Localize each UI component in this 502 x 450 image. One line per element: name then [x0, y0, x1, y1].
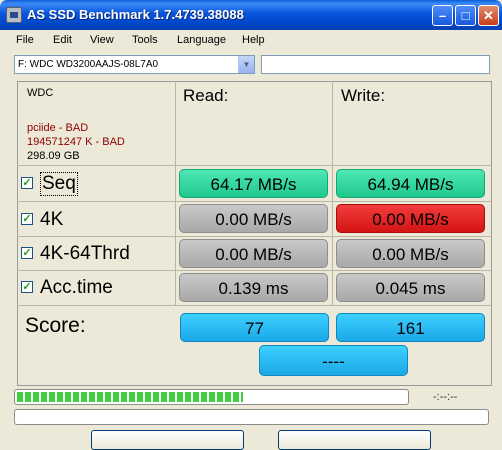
- score-read-value: 77: [180, 313, 329, 342]
- score-write-value: 161: [336, 313, 485, 342]
- elapsed-time: -:--:--: [433, 391, 458, 403]
- status-field: [14, 409, 489, 425]
- acc-write-value: 0.045 ms: [336, 273, 485, 302]
- 4k64-read-value: 0.00 MB/s: [179, 239, 328, 268]
- grid-line: [17, 236, 492, 237]
- score-label: Score:: [25, 314, 86, 337]
- close-button[interactable]: ✕: [478, 5, 499, 26]
- checkbox-checked-icon[interactable]: ✓: [21, 281, 33, 293]
- window-title: AS SSD Benchmark 1.7.4739.38088: [27, 7, 244, 22]
- read-header: Read:: [183, 86, 229, 105]
- grid-line: [17, 305, 492, 306]
- row-label-seq[interactable]: Seq: [40, 172, 78, 196]
- path-field[interactable]: [261, 55, 490, 74]
- drive-model: WDC: [27, 87, 54, 99]
- 4k64-write-value: 0.00 MB/s: [336, 239, 485, 268]
- menu-edit[interactable]: Edit: [53, 34, 72, 46]
- progress-bar: [14, 389, 409, 405]
- 4k-read-value: 0.00 MB/s: [179, 204, 328, 233]
- app-icon: [6, 7, 22, 23]
- 4k-write-value: 0.00 MB/s: [336, 204, 485, 233]
- acc-read-value: 0.139 ms: [179, 273, 328, 302]
- maximize-button[interactable]: □: [455, 5, 476, 26]
- grid-line: [17, 270, 492, 271]
- menu-help[interactable]: Help: [242, 34, 265, 46]
- grid-line: [17, 165, 492, 166]
- checkbox-checked-icon[interactable]: ✓: [21, 213, 33, 225]
- drive-size: 298.09 GB: [27, 150, 80, 162]
- checkbox-checked-icon[interactable]: ✓: [21, 177, 33, 189]
- row-label-4k-64thrd[interactable]: 4K-64Thrd: [40, 243, 130, 265]
- write-header: Write:: [341, 86, 386, 105]
- alignment-status: 194571247 K - BAD: [27, 136, 125, 148]
- row-label-acc-time[interactable]: Acc.time: [40, 277, 113, 299]
- menu-file[interactable]: File: [16, 34, 34, 46]
- seq-read-value: 64.17 MB/s: [179, 169, 328, 198]
- row-label-4k[interactable]: 4K: [40, 209, 63, 231]
- score-total-value: ----: [259, 345, 408, 376]
- checkbox-checked-icon[interactable]: ✓: [21, 247, 33, 259]
- seq-write-value: 64.94 MB/s: [336, 169, 485, 198]
- drive-select[interactable]: F: WDC WD3200AAJS-08L7A0 ▼: [14, 55, 255, 74]
- menu-view[interactable]: View: [90, 34, 114, 46]
- grid-line: [175, 81, 176, 305]
- drive-select-value: F: WDC WD3200AAJS-08L7A0: [18, 59, 159, 70]
- grid-line: [17, 201, 492, 202]
- menu-bar: File Edit View Tools Language Help: [0, 30, 502, 51]
- dropdown-arrow-icon[interactable]: ▼: [238, 56, 254, 73]
- menu-language[interactable]: Language: [177, 34, 226, 46]
- title-bar[interactable]: AS SSD Benchmark 1.7.4739.38088 – □ ✕: [0, 0, 502, 30]
- menu-tools[interactable]: Tools: [132, 34, 158, 46]
- minimize-button[interactable]: –: [432, 5, 453, 26]
- abort-button[interactable]: [278, 430, 431, 450]
- app-window: AS SSD Benchmark 1.7.4739.38088 – □ ✕ Fi…: [0, 0, 502, 450]
- start-button[interactable]: [91, 430, 244, 450]
- progress-fill: [17, 392, 243, 402]
- grid-line: [332, 81, 333, 305]
- driver-status: pciide - BAD: [27, 122, 89, 134]
